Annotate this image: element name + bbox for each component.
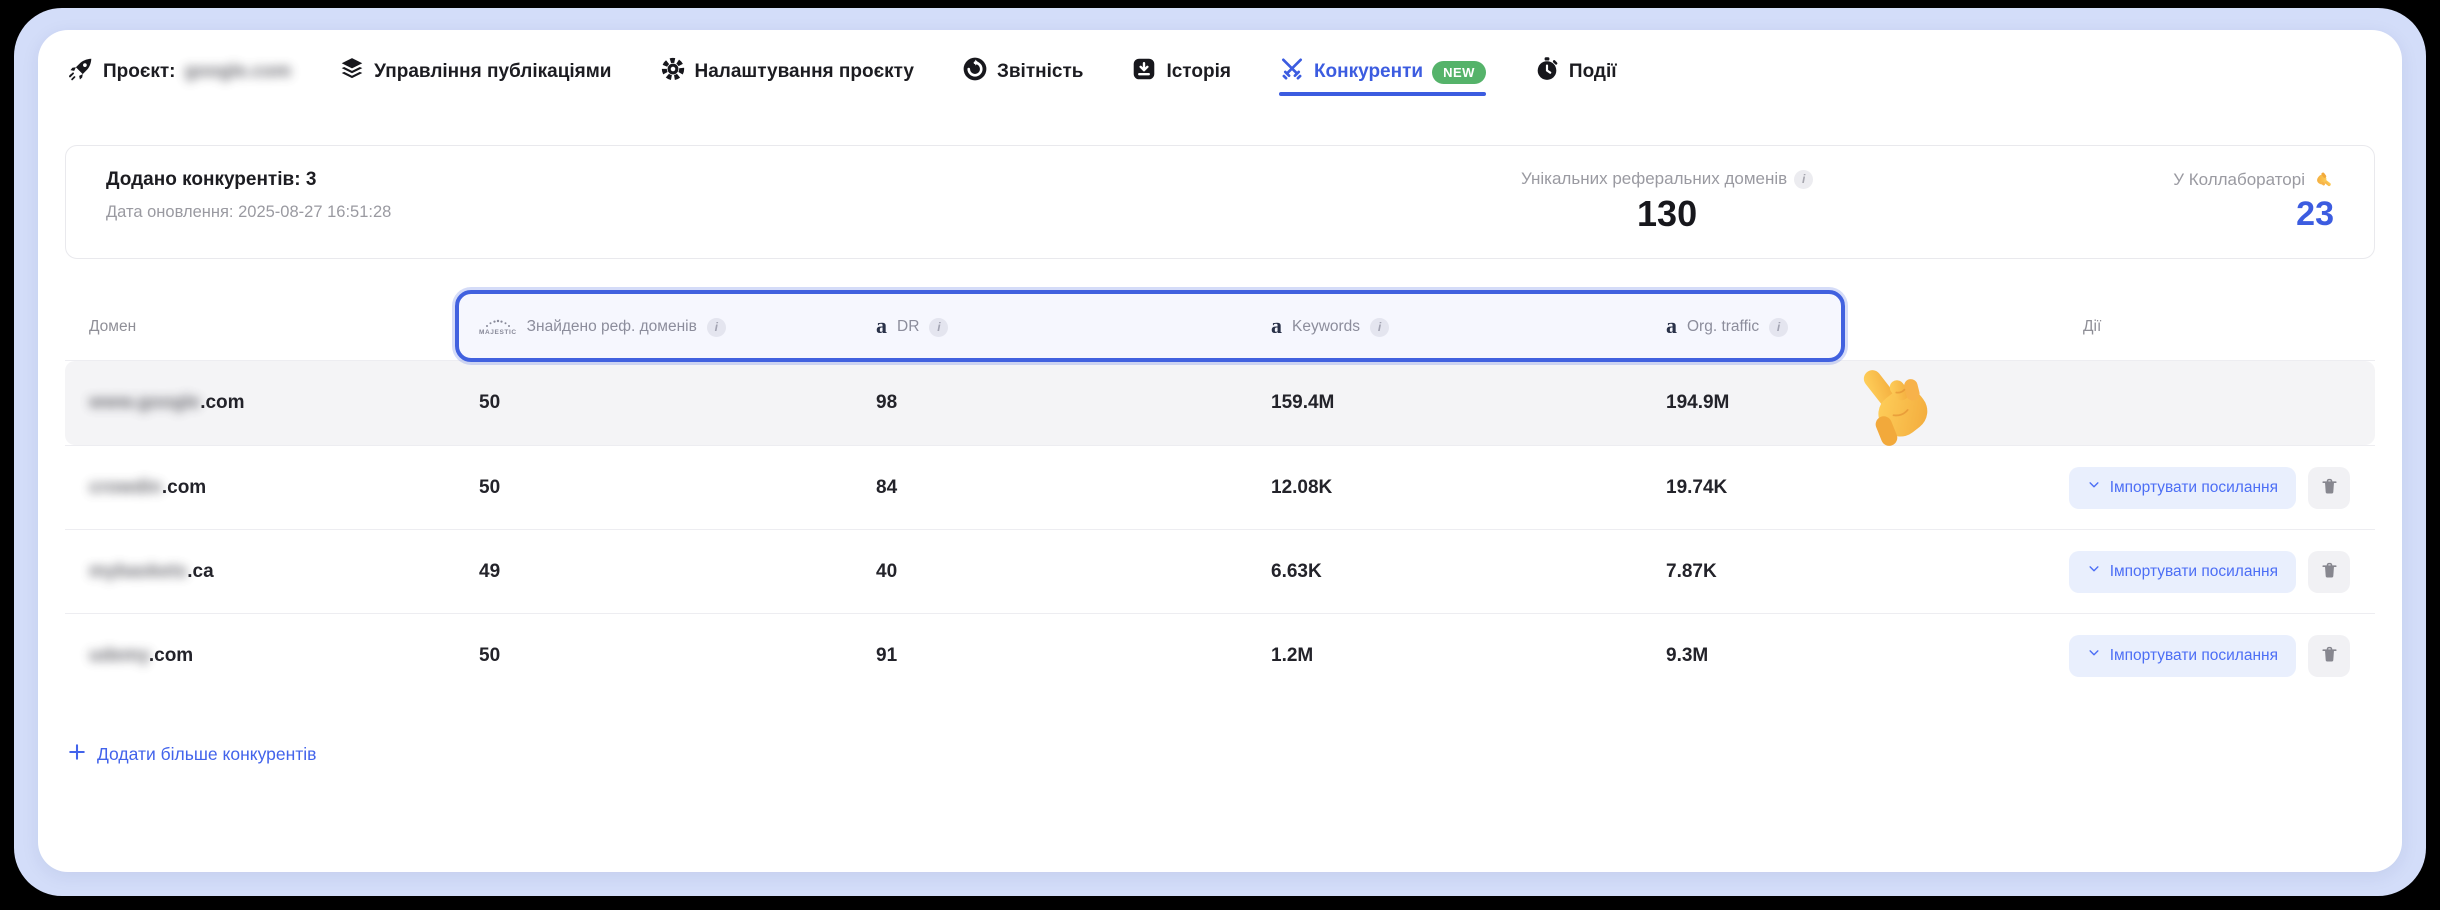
nav-history[interactable]: Історія	[1131, 50, 1230, 94]
nav-competitors-label: Конкуренти	[1314, 61, 1423, 83]
updated-date-text: Дата оновлення: 2025-08-27 16:51:28	[106, 203, 391, 222]
ahrefs-icon: a	[1666, 315, 1677, 337]
competitors-table: Домен MAJESTIC Знайдено реф. доменів i a…	[65, 294, 2375, 697]
nav-reports[interactable]: Звітність	[962, 50, 1083, 94]
ref-domains-cell: 50	[455, 392, 852, 414]
actions-cell: Імпортувати посилання	[2023, 635, 2375, 677]
pointing-hand-small-icon	[2310, 167, 2337, 194]
dr-cell: 98	[852, 392, 1247, 414]
domain-cell: mybaskets.ca	[65, 561, 455, 583]
stats-unique-ref-domains: Унікальних реферальних доменів i 130	[1521, 169, 1813, 235]
table-row: udemy.com 50 91 1.2M 9.3M Імпортувати по…	[65, 613, 2375, 697]
table-row: mybaskets.ca 49 40 6.63K 7.87K Імпортува…	[65, 529, 2375, 613]
domain-cell: www.google.com	[65, 392, 455, 414]
actions-cell: Імпортувати посилання	[2023, 551, 2375, 593]
stats-collaborator: У Коллабораторі 23	[2173, 169, 2334, 234]
majestic-icon: MAJESTIC	[479, 318, 517, 337]
dr-cell: 84	[852, 477, 1247, 499]
nav-events-label: Події	[1569, 61, 1617, 83]
keywords-cell: 12.08K	[1247, 477, 1642, 499]
chevron-down-icon	[2087, 646, 2101, 665]
gear-icon	[660, 56, 686, 88]
collaborator-label: У Коллабораторі	[2173, 170, 2305, 190]
added-competitors-value: 3	[306, 169, 317, 190]
stats-bar: Додано конкурентів: 3 Дата оновлення: 20…	[65, 145, 2375, 259]
history-download-icon	[1131, 56, 1157, 88]
table-header-row: Домен MAJESTIC Знайдено реф. доменів i a…	[65, 294, 2375, 361]
trash-icon	[2320, 561, 2339, 583]
nav-settings-label: Налаштування проєкту	[695, 61, 914, 83]
header-org-traffic: a Org. traffic i	[1642, 316, 2023, 338]
chevron-down-icon	[2087, 478, 2101, 497]
nav-events[interactable]: Події	[1534, 50, 1617, 94]
rocket-icon	[68, 56, 94, 88]
trash-icon	[2320, 645, 2339, 667]
delete-button[interactable]	[2308, 467, 2350, 509]
import-links-button[interactable]: Імпортувати посилання	[2069, 467, 2296, 509]
org-traffic-cell: 194.9M	[1642, 392, 2023, 414]
org-traffic-cell: 9.3M	[1642, 645, 2023, 667]
actions-cell: Імпортувати посилання	[2023, 467, 2375, 509]
header-keywords: a Keywords i	[1247, 316, 1642, 338]
nav-publications[interactable]: Управління публікаціями	[339, 50, 611, 94]
table-row: crowdin.com 50 84 12.08K 19.74K Імпортув…	[65, 445, 2375, 529]
delete-button[interactable]	[2308, 635, 2350, 677]
info-icon[interactable]: i	[1370, 318, 1389, 337]
stats-added: Додано конкурентів: 3 Дата оновлення: 20…	[106, 169, 391, 222]
header-actions: Дії	[2023, 318, 2375, 336]
chevron-down-icon	[2087, 562, 2101, 581]
plus-icon	[68, 743, 86, 766]
unique-ref-domains-label: Унікальних реферальних доменів	[1521, 169, 1787, 189]
header-found-ref-domains: MAJESTIC Знайдено реф. доменів i	[455, 318, 852, 337]
unique-ref-domains-value: 130	[1521, 193, 1813, 235]
nav-history-label: Історія	[1166, 61, 1230, 83]
keywords-cell: 6.63K	[1247, 561, 1642, 583]
added-competitors-label: Додано конкурентів:	[106, 169, 301, 190]
report-icon	[962, 56, 988, 88]
nav-project[interactable]: Проєкт: google.com	[68, 50, 291, 94]
ref-domains-cell: 50	[455, 477, 852, 499]
info-icon[interactable]: i	[1794, 170, 1813, 189]
nav-project-label: Проєкт:	[103, 61, 176, 83]
ahrefs-icon: a	[1271, 315, 1282, 337]
ref-domains-cell: 49	[455, 561, 852, 583]
stopwatch-icon	[1534, 56, 1560, 88]
org-traffic-cell: 19.74K	[1642, 477, 2023, 499]
info-icon[interactable]: i	[707, 318, 726, 337]
domain-cell: crowdin.com	[65, 477, 455, 499]
nav-project-domain-masked: google.com	[185, 61, 292, 83]
add-more-competitors-link[interactable]: Додати більше конкурентів	[68, 743, 316, 766]
active-tab-underline	[1279, 92, 1486, 96]
info-icon[interactable]: i	[1769, 318, 1788, 337]
top-nav: Проєкт: google.com Управління публікація…	[68, 50, 2372, 94]
new-badge: NEW	[1432, 61, 1486, 84]
table-row: www.google.com 50 98 159.4M 194.9M	[65, 361, 2375, 445]
header-domain: Домен	[65, 318, 455, 336]
import-links-button[interactable]: Імпортувати посилання	[2069, 551, 2296, 593]
app-card: Проєкт: google.com Управління публікація…	[38, 30, 2402, 872]
info-icon[interactable]: i	[929, 318, 948, 337]
add-more-label: Додати більше конкурентів	[97, 744, 316, 765]
ahrefs-icon: a	[876, 315, 887, 337]
app-frame: Проєкт: google.com Управління публікація…	[14, 8, 2426, 896]
nav-competitors[interactable]: Конкуренти NEW	[1279, 50, 1486, 94]
layers-icon	[339, 56, 365, 88]
keywords-cell: 159.4M	[1247, 392, 1642, 414]
collaborator-value: 23	[2173, 195, 2334, 234]
header-dr: a DR i	[852, 316, 1247, 338]
org-traffic-cell: 7.87K	[1642, 561, 2023, 583]
keywords-cell: 1.2M	[1247, 645, 1642, 667]
crossed-swords-icon	[1279, 56, 1305, 88]
delete-button[interactable]	[2308, 551, 2350, 593]
nav-publications-label: Управління публікаціями	[374, 61, 611, 83]
dr-cell: 91	[852, 645, 1247, 667]
trash-icon	[2320, 477, 2339, 499]
import-links-button[interactable]: Імпортувати посилання	[2069, 635, 2296, 677]
nav-reports-label: Звітність	[997, 61, 1083, 83]
nav-settings[interactable]: Налаштування проєкту	[660, 50, 914, 94]
ref-domains-cell: 50	[455, 645, 852, 667]
domain-cell: udemy.com	[65, 645, 455, 667]
dr-cell: 40	[852, 561, 1247, 583]
